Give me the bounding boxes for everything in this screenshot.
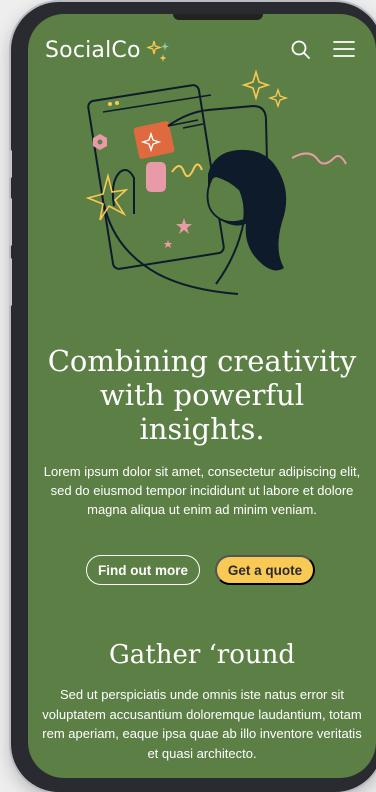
hero-illustration [85, 69, 347, 295]
phone-volume-down-button [9, 258, 12, 306]
section-title: Gather ‘round [108, 640, 296, 670]
phone-screen: SocialCo Combining creativity with power… [28, 14, 376, 778]
find-out-more-button[interactable]: Find out more [86, 555, 200, 585]
hero-button-row: Find out more Get a quote [28, 555, 376, 587]
section-description: Sed ut perspiciatis unde omnis iste natu… [42, 687, 362, 761]
phone-side-button [9, 150, 12, 178]
hero-description: Lorem ipsum dolor sit amet, consectetur … [43, 464, 361, 517]
get-a-quote-button[interactable]: Get a quote [215, 555, 315, 585]
hero-title: Combining creativity with powerful insig… [47, 344, 357, 446]
phone-volume-up-button [9, 198, 12, 246]
